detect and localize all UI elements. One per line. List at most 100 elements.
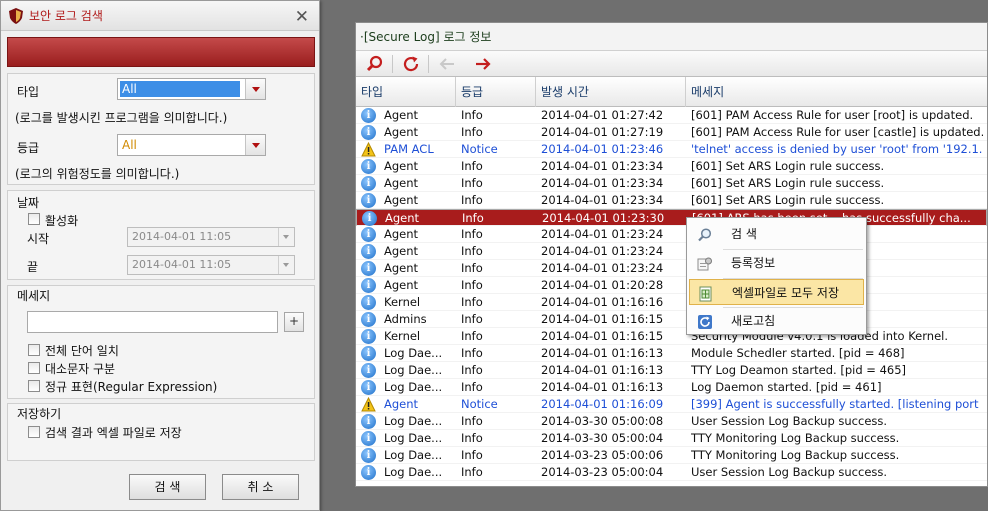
- cell-type: Agent: [384, 176, 419, 190]
- date-start-picker: 2014-04-01 11:05: [127, 227, 295, 247]
- cell-level: Info: [461, 176, 483, 190]
- whole-word-label: 전체 단어 일치: [45, 344, 119, 358]
- table-row[interactable]: iAgentInfo2014-04-01 01:23:24s.: [356, 226, 987, 243]
- cell-level: Info: [461, 346, 483, 360]
- table-row[interactable]: i Log Dae... Info 2014-04-01 01:16:13 Log Da…: [356, 379, 987, 396]
- warning-icon: [361, 396, 376, 412]
- column-header-type[interactable]: 타입: [356, 77, 456, 107]
- cell-time: 2014-04-01 01:23:24: [541, 244, 664, 258]
- table-row[interactable]: i Log Dae... Info 2014-03-23 05:00:04 User S…: [356, 464, 987, 481]
- context-menu: 검 색 등록정보 엑셀파일로 모두 저장 새로고침: [686, 217, 867, 335]
- cell-time: 2014-04-01 01:16:13: [541, 363, 664, 377]
- cell-type: Agent: [384, 159, 419, 173]
- cell-level: Info: [461, 227, 483, 241]
- level-select[interactable]: All: [117, 134, 266, 156]
- table-row[interactable]: Agent Notice 2014-04-01 01:16:09 [399] Agen…: [356, 396, 987, 413]
- cell-level: Info: [461, 108, 483, 122]
- menu-item-refresh[interactable]: 새로고침: [689, 308, 864, 334]
- menu-item-label: 등록정보: [731, 256, 776, 270]
- cell-level: Notice: [461, 397, 498, 411]
- type-select[interactable]: All: [117, 78, 266, 100]
- date-activate-checkbox[interactable]: [28, 213, 40, 225]
- table-row[interactable]: i Agent Info 2014-04-01 01:27:19 [601] PAM A…: [356, 124, 987, 141]
- cell-time: 2014-04-01 01:27:19: [541, 125, 664, 139]
- date-end-label: 끝: [27, 260, 39, 274]
- cell-level: Info: [461, 465, 483, 479]
- search-button[interactable]: 검 색: [129, 474, 206, 500]
- cell-type: Agent: [384, 125, 419, 139]
- info-icon: i: [361, 244, 376, 259]
- cell-message: User Session Log Backup success.: [691, 414, 888, 428]
- info-icon: i: [361, 261, 376, 276]
- table-row[interactable]: i Log Dae... Info 2014-03-30 05:00:08 User S…: [356, 413, 987, 430]
- table-row[interactable]: i Agent Info 2014-04-01 01:23:34 [601] Set A…: [356, 158, 987, 175]
- whole-word-checkbox[interactable]: [28, 344, 40, 356]
- column-header-level[interactable]: 등급: [456, 77, 536, 107]
- toolbar-separator: [428, 55, 429, 73]
- info-icon: i: [361, 346, 376, 361]
- cell-time: 2014-04-01 01:23:46: [541, 142, 664, 156]
- cell-message: TTY Monitoring Log Backup success.: [691, 448, 900, 462]
- column-header-time[interactable]: 발생 시간: [536, 77, 686, 107]
- table-row[interactable]: iAgentInfo2014-04-01 01:23:30[601] ARS h…: [356, 209, 987, 226]
- search-icon[interactable]: [364, 54, 386, 74]
- cell-type: Log Dae...: [384, 363, 443, 377]
- log-window-title: ·[Secure Log] 로그 정보: [356, 23, 987, 51]
- info-icon: i: [361, 227, 376, 242]
- table-row[interactable]: i Agent Info 2014-04-01 01:27:42 [601] PAM A…: [356, 107, 987, 124]
- table-row[interactable]: iAdminsInfo2014-04-01 01:16:15tarted.: [356, 311, 987, 328]
- table-row[interactable]: i Log Dae... Info 2014-03-30 05:00:04 TTY Mo…: [356, 430, 987, 447]
- cell-level: Info: [462, 211, 484, 225]
- search-dialog: 보안 로그 검색 ✕ 타입 All (로그를 발생시킨 프로그램을 의미합니다.…: [0, 0, 320, 511]
- info-icon: i: [361, 448, 376, 463]
- cell-message: [399] Agent is successfully started. [li…: [691, 397, 983, 411]
- close-icon[interactable]: ✕: [295, 7, 309, 27]
- cell-time: 2014-04-01 01:16:13: [541, 380, 664, 394]
- case-sensitive-checkbox[interactable]: [28, 362, 40, 374]
- cell-level: Info: [461, 193, 483, 207]
- cell-time: 2014-04-01 01:23:24: [541, 227, 664, 241]
- date-activate-label: 활성화: [45, 214, 79, 228]
- cell-level: Info: [461, 380, 483, 394]
- info-icon: i: [362, 211, 377, 226]
- chevron-down-icon[interactable]: [245, 79, 265, 99]
- cell-type: Agent: [384, 244, 419, 258]
- table-row[interactable]: PAM ACL Notice 2014-04-01 01:23:46 'telnet'…: [356, 141, 987, 158]
- table-header: 타입 등급 발생 시간 메세지: [356, 77, 987, 107]
- forward-arrow-icon[interactable]: [472, 54, 494, 74]
- table-row[interactable]: i Log Dae... Info 2014-04-01 01:16:13 TTY Lo…: [356, 362, 987, 379]
- cancel-button[interactable]: 취 소: [222, 474, 299, 500]
- level-label: 등급: [17, 141, 40, 155]
- log-table: i Agent Info 2014-04-01 01:27:42 [601] PAM A…: [356, 107, 987, 481]
- cell-message: TTY Monitoring Log Backup success.: [691, 431, 900, 445]
- save-excel-checkbox[interactable]: [28, 426, 40, 438]
- message-group-title: 메세지: [17, 289, 51, 303]
- menu-item-save-excel[interactable]: 엑셀파일로 모두 저장: [689, 279, 864, 305]
- menu-item-search[interactable]: 검 색: [689, 221, 864, 247]
- add-message-button[interactable]: +: [284, 312, 304, 332]
- menu-item-properties[interactable]: 등록정보: [689, 250, 864, 276]
- regex-label: 정규 표현(Regular Expression): [45, 380, 218, 394]
- table-row[interactable]: i Agent Info 2014-04-01 01:23:34 [601] Set A…: [356, 192, 987, 209]
- cell-type: Log Dae...: [384, 465, 443, 479]
- column-header-message[interactable]: 메세지: [686, 77, 987, 107]
- regex-checkbox[interactable]: [28, 380, 40, 392]
- cell-time: 2014-04-01 01:20:28: [541, 278, 664, 292]
- header-banner: [7, 37, 315, 67]
- table-row[interactable]: iAgentInfo2014-04-01 01:23:24s.: [356, 243, 987, 260]
- refresh-icon[interactable]: [400, 54, 422, 74]
- table-row[interactable]: i Agent Info 2014-04-01 01:23:34 [601] Set A…: [356, 175, 987, 192]
- table-row[interactable]: i Log Dae... Info 2014-04-01 01:16:13 Module…: [356, 345, 987, 362]
- chevron-down-icon[interactable]: [245, 135, 265, 155]
- table-row[interactable]: i Log Dae... Info 2014-03-23 05:00:06 TTY Mo…: [356, 447, 987, 464]
- table-row[interactable]: iAgentInfo2014-04-01 01:20:28castle IP=1…: [356, 277, 987, 294]
- message-input[interactable]: [27, 311, 278, 333]
- table-row[interactable]: i Kernel Info 2014-04-01 01:16:15 Security M…: [356, 328, 987, 345]
- table-row[interactable]: iAgentInfo2014-04-01 01:23:24s.: [356, 260, 987, 277]
- cell-time: 2014-04-01 01:16:09: [541, 397, 664, 411]
- cell-level: Info: [461, 261, 483, 275]
- table-row[interactable]: iKernelInfo2014-04-01 01:16:16curity Off…: [356, 294, 987, 311]
- cell-level: Info: [461, 278, 483, 292]
- cell-type: Agent: [384, 193, 419, 207]
- info-icon: i: [361, 329, 376, 344]
